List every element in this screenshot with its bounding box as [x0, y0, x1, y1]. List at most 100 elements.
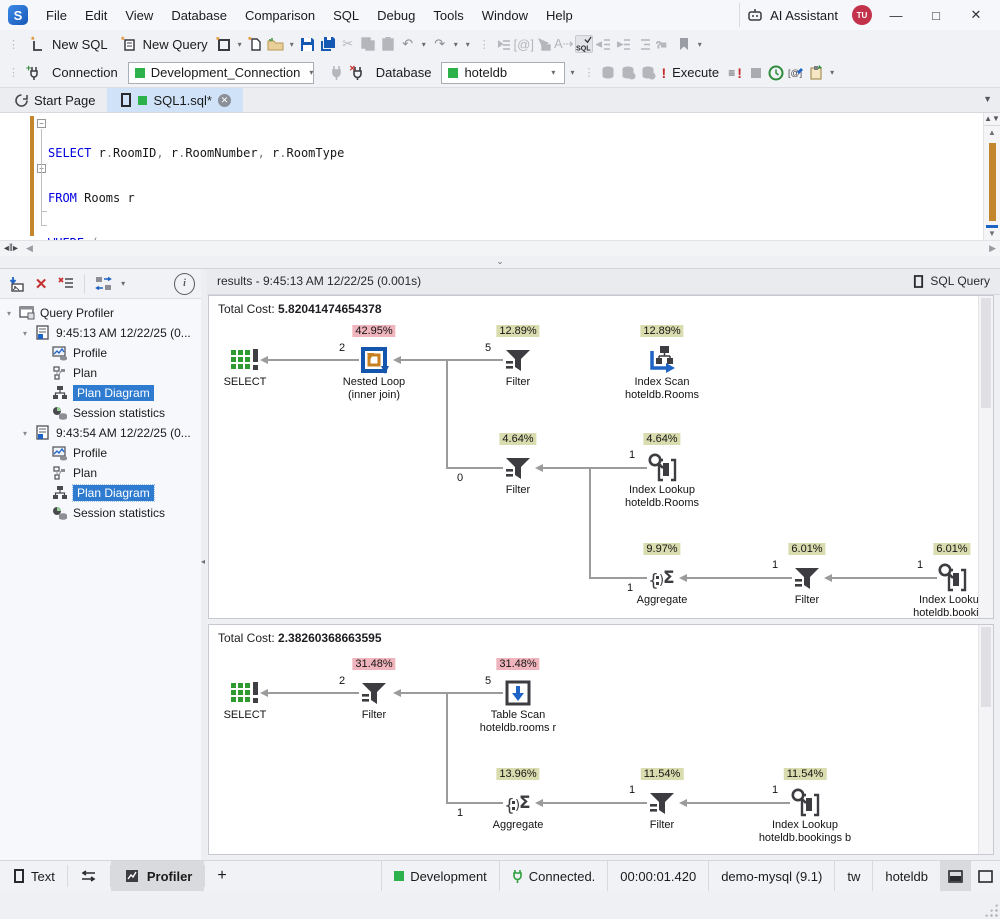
toolbar-overflow-chevron[interactable]: ▾ — [695, 40, 705, 49]
resize-grip[interactable] — [984, 903, 998, 917]
plan-node-nested-loop[interactable]: 42.95% Nested Loop (inner join) — [314, 344, 434, 402]
menu-view[interactable]: View — [117, 3, 161, 28]
save-icon[interactable] — [299, 35, 317, 53]
editor-splitter-grip[interactable]: ▲▼ — [984, 113, 1000, 126]
diagram-scrollbar[interactable] — [978, 296, 993, 618]
paste-icon[interactable] — [379, 35, 397, 53]
plan-node-aggregate[interactable]: 13.96% {)Σ Aggregate — [458, 787, 578, 832]
plan-diagram-2[interactable]: Total Cost: 2.38260368663595 2 5 1 1 1 S… — [208, 624, 994, 855]
server-name[interactable]: demo-mysql (9.1) — [708, 861, 834, 891]
diagram-scrollbar[interactable] — [978, 625, 993, 854]
new-sql-button[interactable]: * New SQL — [24, 33, 113, 55]
menu-database[interactable]: Database — [163, 3, 235, 28]
comment-lines-icon[interactable]: ?≡ — [655, 35, 673, 53]
environment-indicator[interactable]: Development — [381, 861, 499, 891]
tab-close-icon[interactable]: ✕ — [218, 94, 231, 107]
menu-tools[interactable]: Tools — [425, 3, 471, 28]
menu-help[interactable]: Help — [538, 3, 581, 28]
undo-icon[interactable]: ↶ — [399, 35, 417, 53]
scroll-up-arrow[interactable]: ▲ — [984, 126, 1000, 139]
scrollbar-thumb[interactable] — [981, 627, 991, 707]
tab-list-chevron[interactable]: ▼ — [983, 94, 992, 104]
full-layout-button[interactable] — [970, 861, 1000, 891]
tree-item-session-1[interactable]: ▾ 9:45:13 AM 12/22/25 (0... — [0, 323, 201, 343]
sql-editor[interactable]: − − SELECT r.RoomID, r.RoomNumber, r.Roo… — [0, 112, 1000, 240]
plan-node-table-scan[interactable]: 31.48% Table Scan hoteldb.rooms r — [458, 677, 578, 735]
new-window-icon[interactable]: * — [215, 35, 233, 53]
db-tool-icon-1[interactable] — [599, 64, 617, 82]
edit-mail-template-icon[interactable]: [@] — [787, 64, 805, 82]
new-file-icon[interactable]: * — [247, 35, 265, 53]
scroll-right-arrow[interactable]: ▶ — [985, 243, 1000, 254]
sql-syntax-check-icon[interactable]: SQL — [575, 35, 593, 53]
user-name[interactable]: tw — [834, 861, 872, 891]
chevron-down-icon[interactable]: ▾ — [20, 429, 30, 438]
tab-profiler-view[interactable]: Profiler — [111, 861, 205, 891]
menu-sql[interactable]: SQL — [325, 3, 367, 28]
plan-node-select[interactable]: SELECT — [208, 677, 305, 722]
menu-debug[interactable]: Debug — [369, 3, 423, 28]
plan-node-filter[interactable]: 31.48% Filter — [314, 677, 434, 722]
scrollbar-thumb[interactable] — [981, 298, 991, 408]
scroll-left-arrow[interactable]: ◀ — [22, 243, 37, 254]
tree-item-query-profiler[interactable]: ▾ Query Profiler — [0, 303, 201, 323]
tree-item-session-2[interactable]: ▾ 9:43:54 AM 12/22/25 (0... — [0, 423, 201, 443]
tree-item-profile-1[interactable]: Profile — [0, 343, 201, 363]
database-select[interactable]: hoteldb ▾ — [441, 62, 565, 84]
tab-sql1[interactable]: SQL1.sql* ✕ — [107, 88, 243, 112]
open-file-icon[interactable] — [267, 35, 285, 53]
database-name[interactable]: hoteldb — [872, 861, 940, 891]
outdent-icon[interactable] — [595, 35, 613, 53]
tree-item-plan-diagram-1[interactable]: Plan Diagram — [0, 383, 201, 403]
menu-file[interactable]: File — [38, 3, 75, 28]
execution-time[interactable]: 00:00:01.420 — [607, 861, 708, 891]
clear-results-icon[interactable] — [56, 273, 77, 295]
increase-indent-icon[interactable] — [635, 35, 653, 53]
menu-window[interactable]: Window — [474, 3, 536, 28]
add-view-button[interactable]: + — [205, 861, 238, 891]
close-button[interactable]: ✕ — [960, 4, 992, 26]
editor-results-splitter[interactable]: ⌄ — [0, 256, 1000, 268]
plan-node-index-lookup-rooms[interactable]: 4.64% Index Lookup hoteldb.Rooms — [602, 452, 722, 510]
editor-vertical-scrollbar[interactable]: ▲▼ ▲ ▼ — [983, 113, 1000, 240]
collapse-arrow-icon[interactable]: ◂ — [201, 557, 205, 566]
text-case-icon[interactable]: A⇢ — [555, 35, 573, 53]
tab-start-page[interactable]: Start Page — [2, 88, 107, 112]
chevron-down-icon[interactable]: ▾ — [4, 309, 14, 318]
scroll-down-arrow[interactable]: ▼ — [984, 227, 1000, 240]
new-query-button[interactable]: * New Query — [115, 33, 213, 55]
plan-diagram-1[interactable]: Total Cost: 5.82041474654378 2 5 0 1 1 1… — [208, 295, 994, 619]
user-avatar[interactable]: TU — [852, 5, 872, 25]
paste-template-icon[interactable] — [807, 64, 825, 82]
undo-dropdown[interactable]: ▾ — [419, 40, 429, 49]
tree-item-plan-2[interactable]: Plan — [0, 463, 201, 483]
menu-comparison[interactable]: Comparison — [237, 3, 323, 28]
open-file-dropdown[interactable]: ▾ — [287, 40, 297, 49]
connection-select[interactable]: Development_Connection ▾ — [128, 62, 314, 84]
disconnect-icon[interactable]: ✕ — [348, 64, 366, 82]
stop-icon[interactable] — [747, 64, 765, 82]
swap-view-button[interactable] — [68, 861, 110, 891]
minimize-button[interactable]: — — [880, 5, 912, 26]
plan-node-filter-3[interactable]: 6.01% Filter — [747, 562, 867, 607]
code-area[interactable]: SELECT r.RoomID, r.RoomNumber, r.RoomTyp… — [48, 113, 983, 240]
connection-toolbar-grip[interactable]: ⋮ — [4, 66, 22, 79]
tree-item-profile-2[interactable]: Profile — [0, 443, 201, 463]
menu-edit[interactable]: Edit — [77, 3, 115, 28]
save-all-icon[interactable] — [319, 35, 337, 53]
delete-result-icon[interactable]: ✕ — [31, 273, 52, 295]
toolbar-grip[interactable]: ⋮ — [4, 38, 22, 51]
plan-node-index-lookup[interactable]: 11.54% Index Lookup hoteldb.bookings b — [745, 787, 865, 845]
toolbar-grip-2[interactable]: ⋮ — [475, 38, 493, 51]
db-tool-icon-2[interactable] — [619, 64, 637, 82]
pane-splitter-icon[interactable]: ◂‖▸ — [0, 243, 22, 254]
fold-collapse-box[interactable]: − — [37, 119, 46, 128]
plan-node-filter-2[interactable]: 11.54% Filter — [602, 787, 722, 832]
compare-dropdown[interactable]: ▾ — [118, 279, 128, 288]
redo-dropdown[interactable]: ▾ — [451, 40, 461, 49]
editor-horizontal-scrollbar[interactable]: ◂‖▸ ◀ ▶ — [0, 240, 1000, 256]
history-dropdown[interactable]: ▾ — [463, 40, 473, 49]
plan-node-filter-1[interactable]: 12.89% Filter — [458, 344, 578, 389]
maximize-button[interactable]: □ — [920, 5, 952, 26]
redo-icon[interactable]: ↷ — [431, 35, 449, 53]
